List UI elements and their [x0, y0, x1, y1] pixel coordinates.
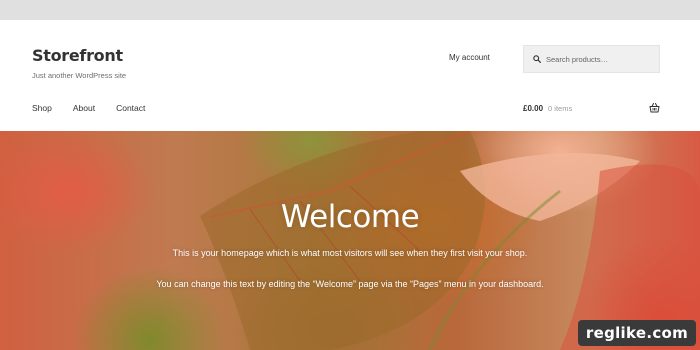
my-account-link[interactable]: My account [449, 53, 490, 62]
hero-paragraph-2: You can change this text by editing the … [156, 279, 544, 289]
shopping-basket-icon[interactable] [649, 103, 660, 113]
nav-item-about[interactable]: About [73, 103, 95, 113]
nav-item-contact[interactable]: Contact [116, 103, 145, 113]
top-bar [0, 0, 700, 20]
site-description: Just another WordPress site [32, 71, 127, 80]
search-icon [533, 55, 541, 63]
site-branding: Storefront Just another WordPress site [32, 46, 126, 80]
header-cart[interactable]: £0.00 0 items [523, 103, 660, 113]
hero-content: Welcome This is your homepage which is w… [0, 131, 700, 350]
hero-paragraph-1: This is your homepage which is what most… [172, 248, 528, 258]
hero-heading: Welcome [280, 199, 420, 235]
cart-amount[interactable]: £0.00 [523, 104, 543, 113]
watermark-badge: reglike.com [578, 320, 696, 346]
search-input[interactable] [546, 54, 656, 64]
cart-count[interactable]: 0 items [548, 104, 572, 113]
site-title[interactable]: Storefront [32, 46, 126, 65]
nav-item-shop[interactable]: Shop [32, 103, 52, 113]
primary-navigation: Shop About Contact [32, 103, 166, 113]
product-search[interactable] [523, 45, 660, 73]
hero-banner: Welcome This is your homepage which is w… [0, 131, 700, 350]
